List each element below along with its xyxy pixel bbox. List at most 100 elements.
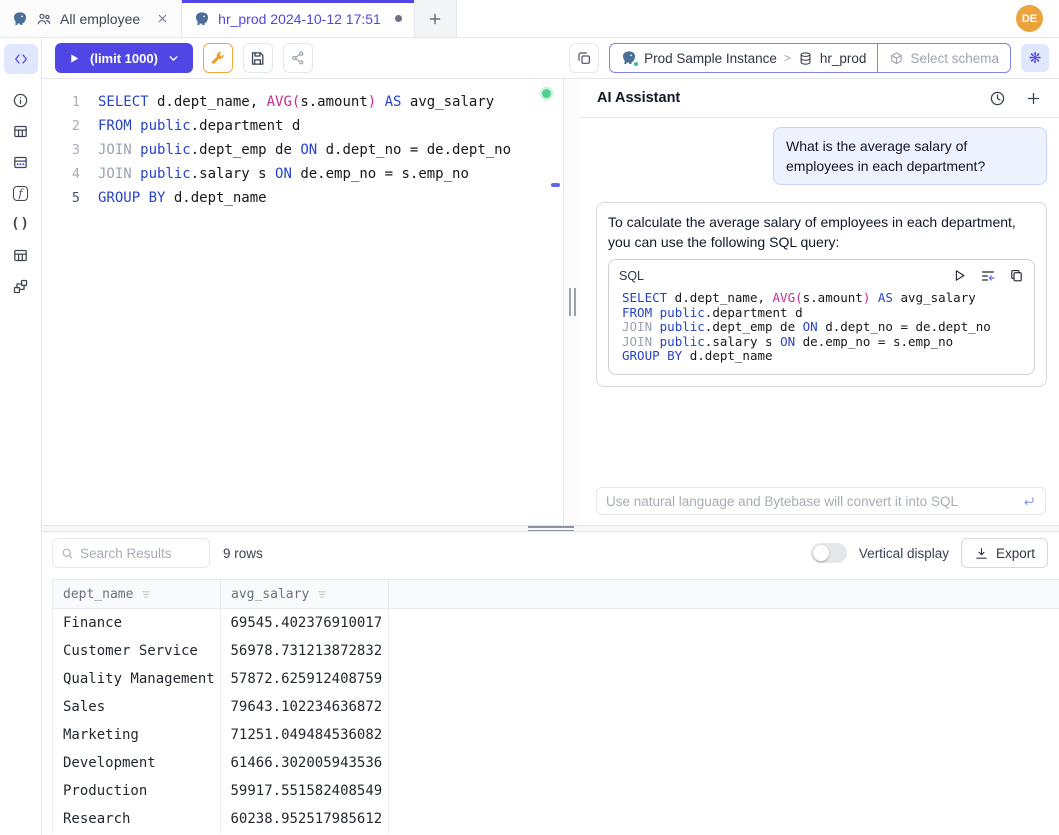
export-label: Export bbox=[996, 546, 1035, 561]
sidebar-icons: f () bbox=[12, 91, 30, 295]
sidebar-item-external-tables[interactable] bbox=[12, 246, 30, 264]
toggle-knob bbox=[813, 545, 829, 561]
insert-icon bbox=[980, 268, 996, 284]
table-cell[interactable]: 61466.302005943536 bbox=[221, 749, 389, 777]
sql-code-line: FROM public.department d bbox=[622, 306, 1024, 321]
sidebar-item-procedures[interactable]: () bbox=[12, 215, 30, 233]
table-cell[interactable]: 59917.551582408549 bbox=[221, 777, 389, 805]
format-sql-button[interactable] bbox=[203, 43, 233, 73]
table-cell[interactable]: 71251.049484536082 bbox=[221, 721, 389, 749]
copy-sql-button[interactable] bbox=[1009, 268, 1024, 284]
select-schema-button[interactable]: Select schema bbox=[877, 44, 1010, 72]
close-icon[interactable] bbox=[156, 12, 169, 25]
export-button[interactable]: Export bbox=[961, 538, 1048, 568]
database-icon bbox=[798, 51, 813, 66]
share-sheet-button[interactable] bbox=[283, 43, 313, 73]
sort-icon[interactable] bbox=[140, 588, 153, 601]
run-sql-button[interactable] bbox=[952, 268, 967, 284]
table-data-icon bbox=[12, 154, 29, 171]
horizontal-splitter[interactable] bbox=[42, 525, 1059, 532]
table-cell[interactable]: 60238.952517985612 bbox=[221, 805, 389, 833]
column-header-avg-salary[interactable]: avg_salary bbox=[221, 580, 389, 608]
table-row[interactable]: Research60238.952517985612 bbox=[53, 805, 388, 833]
run-limit-label: (limit 1000) bbox=[90, 51, 158, 66]
table-icon bbox=[12, 123, 29, 140]
code-line[interactable]: 1SELECT d.dept_name, AVG(s.amount) AS av… bbox=[42, 90, 563, 114]
unsaved-dot bbox=[395, 15, 402, 22]
sidebar-item-sql-editor[interactable] bbox=[4, 44, 38, 74]
table-cell[interactable]: 79643.102234636872 bbox=[221, 693, 389, 721]
sidebar-item-info[interactable] bbox=[12, 91, 30, 109]
submit-prompt-button[interactable] bbox=[1021, 494, 1036, 509]
ai-assistant-panel: AI Assistant What is the average salary … bbox=[580, 79, 1059, 525]
sql-code-line: JOIN public.salary s ON de.emp_no = s.em… bbox=[622, 335, 1024, 350]
sidebar-item-schema-diagram[interactable] bbox=[12, 277, 30, 295]
search-results-input[interactable] bbox=[80, 546, 201, 561]
shared-users-icon bbox=[36, 11, 52, 27]
parentheses-icon: () bbox=[11, 216, 30, 232]
sort-icon[interactable] bbox=[316, 588, 329, 601]
code-text: JOIN public.salary s ON de.emp_no = s.em… bbox=[98, 162, 469, 186]
column-header-dept-name[interactable]: dept_name bbox=[53, 580, 221, 608]
schema-diagram-icon bbox=[12, 278, 29, 295]
code-line[interactable]: 4JOIN public.salary s ON de.emp_no = s.e… bbox=[42, 162, 563, 186]
table-cell[interactable]: 57872.625912408759 bbox=[221, 665, 389, 693]
sidebar-item-sample-data[interactable] bbox=[12, 153, 30, 171]
table-cell[interactable]: 69545.402376910017 bbox=[221, 609, 389, 637]
chat-history-button[interactable] bbox=[989, 90, 1006, 107]
new-chat-button[interactable] bbox=[1025, 90, 1042, 107]
table-row[interactable]: Sales79643.102234636872 bbox=[53, 693, 388, 721]
new-tab-button[interactable] bbox=[415, 0, 457, 37]
ai-header-icons bbox=[989, 90, 1042, 107]
table-cell[interactable]: Customer Service bbox=[53, 637, 221, 665]
table-cell[interactable]: Finance bbox=[53, 609, 221, 637]
table-row[interactable]: Customer Service56978.731213872832 bbox=[53, 637, 388, 665]
code-text: GROUP BY d.dept_name bbox=[98, 186, 267, 210]
ai-panel-header: AI Assistant bbox=[580, 79, 1059, 118]
sidebar-item-tables[interactable] bbox=[12, 122, 30, 140]
connection-database-button[interactable]: Prod Sample Instance > hr_prod bbox=[610, 44, 877, 72]
code-line[interactable]: 3JOIN public.dept_emp de ON d.dept_no = … bbox=[42, 138, 563, 162]
insert-into-editor-button[interactable] bbox=[980, 268, 996, 284]
table-row[interactable]: Finance69545.402376910017 bbox=[53, 609, 388, 637]
postgres-icon bbox=[194, 11, 210, 27]
instance-name: Prod Sample Instance bbox=[644, 51, 777, 66]
save-sheet-button[interactable] bbox=[243, 43, 273, 73]
table-cell[interactable]: Quality Management bbox=[53, 665, 221, 693]
table-cell[interactable]: 56978.731213872832 bbox=[221, 637, 389, 665]
table-row[interactable]: Development61466.302005943536 bbox=[53, 749, 388, 777]
user-avatar[interactable]: DE bbox=[1016, 5, 1043, 32]
table-cell[interactable]: Research bbox=[53, 805, 221, 833]
table-cell[interactable]: Production bbox=[53, 777, 221, 805]
batch-query-button[interactable] bbox=[569, 43, 599, 73]
run-query-button[interactable]: (limit 1000) bbox=[55, 43, 193, 73]
sql-editor[interactable]: 1SELECT d.dept_name, AVG(s.amount) AS av… bbox=[42, 79, 563, 525]
code-text: FROM public.department d bbox=[98, 114, 300, 138]
table-row[interactable]: Production59917.551582408549 bbox=[53, 777, 388, 805]
vertical-splitter[interactable] bbox=[563, 79, 580, 525]
tab-all-employee[interactable]: All employee bbox=[0, 0, 182, 37]
wrench-icon bbox=[209, 50, 226, 67]
function-icon: f bbox=[13, 186, 28, 201]
openai-assistant-button[interactable]: ❋ bbox=[1021, 44, 1049, 72]
ai-prompt-input[interactable] bbox=[606, 494, 1021, 509]
column-label: dept_name bbox=[63, 587, 133, 602]
editor-scrollbar-thumb[interactable] bbox=[551, 183, 560, 187]
tab-bar: All employee hr_prod 2024-10-12 17:51 DE bbox=[0, 0, 1059, 38]
code-line[interactable]: 2FROM public.department d bbox=[42, 114, 563, 138]
vertical-display-toggle[interactable] bbox=[811, 543, 847, 563]
table-row[interactable]: Quality Management57872.625912408759 bbox=[53, 665, 388, 693]
assistant-message: To calculate the average salary of emplo… bbox=[596, 202, 1047, 387]
play-outline-icon bbox=[952, 268, 967, 283]
code-line[interactable]: 5GROUP BY d.dept_name bbox=[42, 186, 563, 210]
tab-hr-prod[interactable]: hr_prod 2024-10-12 17:51 bbox=[182, 0, 415, 37]
table-cell[interactable]: Sales bbox=[53, 693, 221, 721]
tab-label: All employee bbox=[60, 11, 140, 27]
line-number: 3 bbox=[42, 138, 98, 162]
table-cell[interactable]: Development bbox=[53, 749, 221, 777]
sidebar-item-functions[interactable]: f bbox=[12, 184, 30, 202]
row-count-label: 9 rows bbox=[223, 546, 263, 561]
table-cell[interactable]: Marketing bbox=[53, 721, 221, 749]
schema-placeholder: Select schema bbox=[910, 51, 999, 66]
table-row[interactable]: Marketing71251.049484536082 bbox=[53, 721, 388, 749]
